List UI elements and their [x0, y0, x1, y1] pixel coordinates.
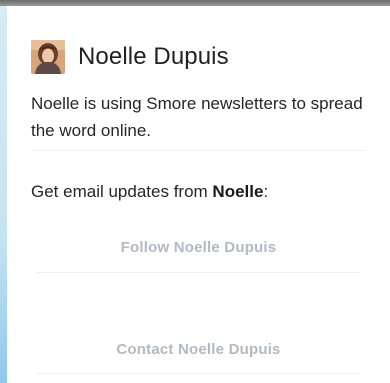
follow-button[interactable]: Follow Noelle Dupuis: [31, 239, 366, 256]
email-updates-suffix: :: [263, 182, 269, 201]
page-left-edge: [0, 6, 7, 383]
email-updates-prefix: Get email updates from: [31, 182, 213, 201]
avatar[interactable]: [31, 40, 65, 74]
divider: [37, 373, 360, 374]
author-header: Noelle Dupuis: [31, 40, 229, 74]
author-description: Noelle is using Smore newsletters to spr…: [31, 94, 363, 140]
user-photo-avatar-icon: [31, 40, 65, 74]
author-card: Noelle Dupuis Noelle is using Smore news…: [7, 6, 390, 383]
email-updates-text: Get email updates from Noelle:: [31, 182, 268, 202]
author-name: Noelle Dupuis: [78, 43, 229, 70]
contact-button[interactable]: Contact Noelle Dupuis: [31, 341, 366, 358]
divider: [37, 272, 360, 273]
divider: [31, 150, 366, 151]
author-first-name: Noelle: [212, 182, 264, 201]
